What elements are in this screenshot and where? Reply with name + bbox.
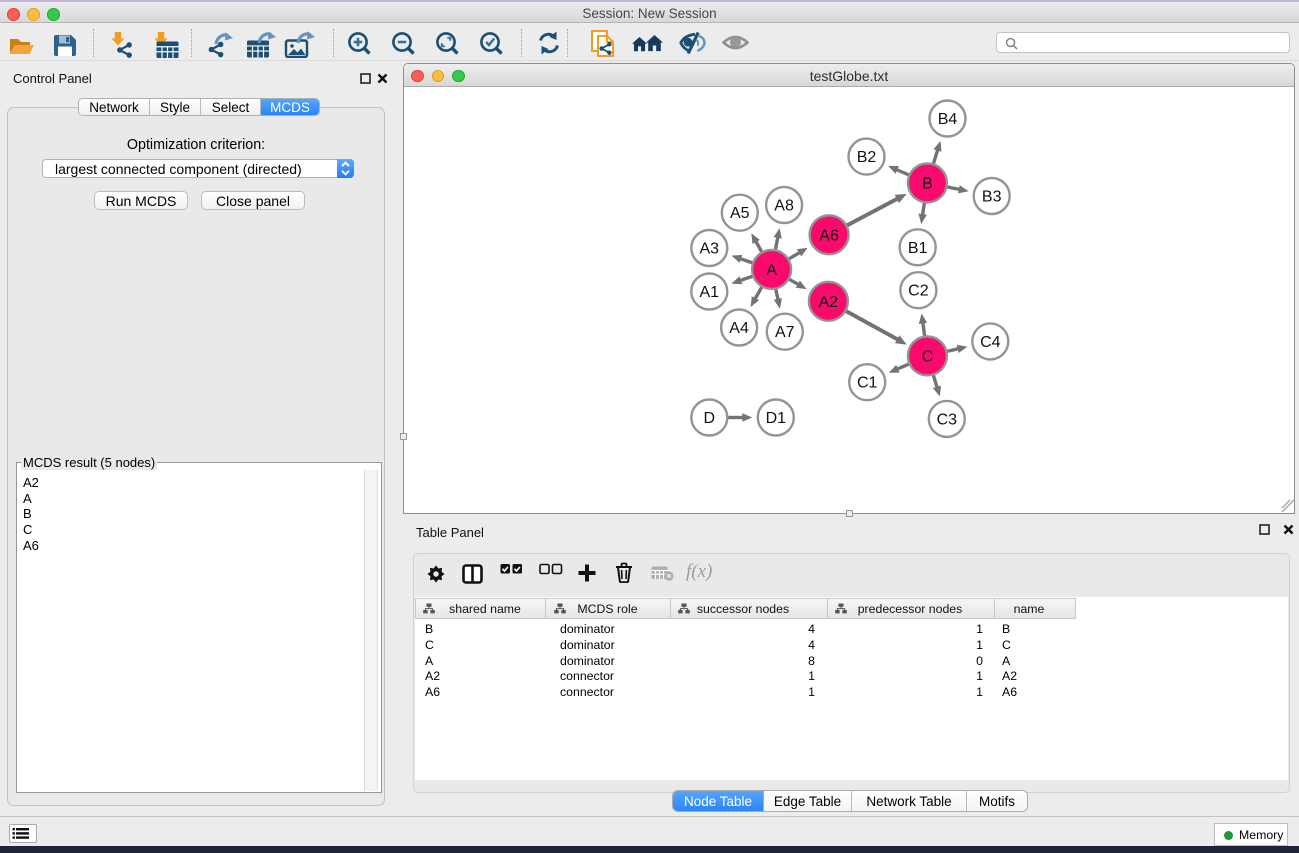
svg-text:B2: B2 — [857, 149, 877, 166]
svg-text:C3: C3 — [937, 411, 958, 428]
svg-text:B: B — [922, 175, 933, 192]
svg-text:B3: B3 — [982, 189, 1002, 206]
svg-text:C2: C2 — [908, 283, 929, 300]
svg-text:A: A — [766, 262, 777, 279]
svg-text:A3: A3 — [700, 241, 720, 258]
svg-text:A6: A6 — [819, 227, 839, 244]
svg-text:D1: D1 — [766, 410, 787, 427]
svg-text:A5: A5 — [730, 205, 750, 222]
svg-text:A2: A2 — [819, 294, 839, 311]
svg-text:B4: B4 — [938, 111, 958, 128]
svg-text:B1: B1 — [908, 240, 928, 257]
svg-text:C1: C1 — [857, 375, 878, 392]
svg-text:C4: C4 — [980, 334, 1001, 351]
svg-text:A8: A8 — [774, 198, 794, 215]
svg-text:C: C — [922, 348, 934, 365]
svg-text:A1: A1 — [700, 284, 720, 301]
svg-text:D: D — [704, 410, 716, 427]
svg-text:A7: A7 — [775, 324, 795, 341]
svg-text:A4: A4 — [729, 320, 749, 337]
